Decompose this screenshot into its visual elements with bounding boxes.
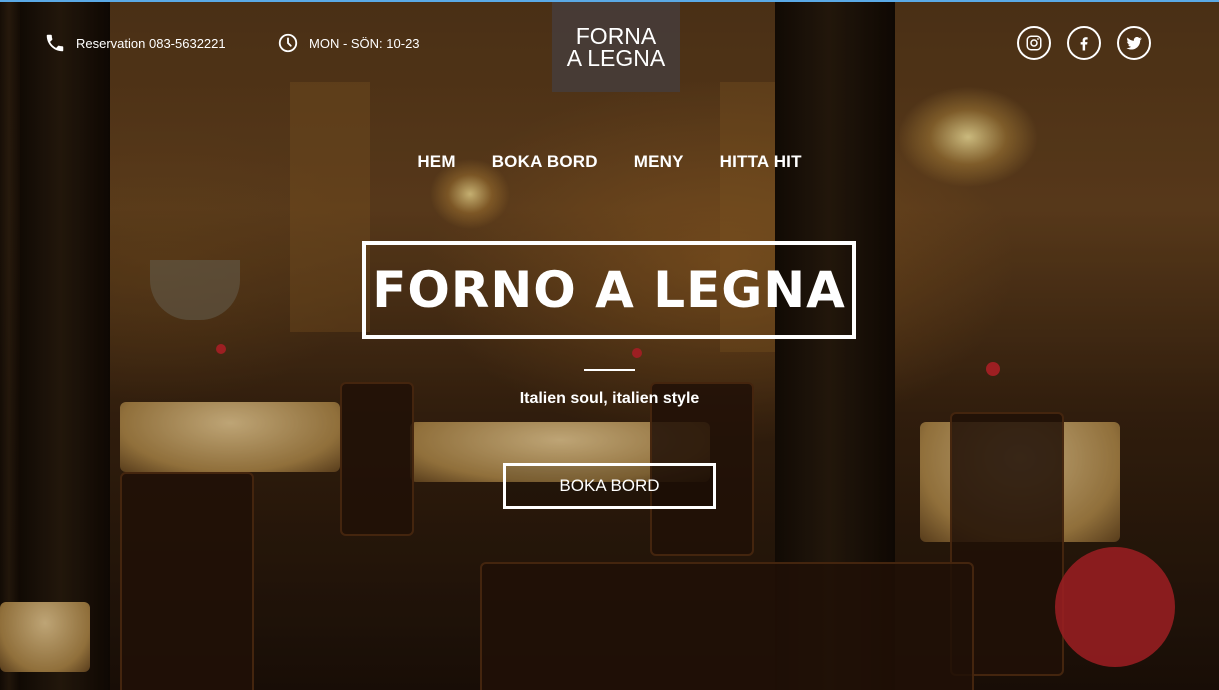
hero-title: FORNO A LEGNA [372,261,846,319]
instagram-icon[interactable] [1017,26,1051,60]
opening-hours: MON - SÖN: 10-23 [277,32,420,54]
phone-contact[interactable]: Reservation 083-5632221 [44,32,226,54]
nav-item-boka-bord[interactable]: BOKA BORD [492,152,598,172]
nav-item-hem[interactable]: HEM [417,152,455,172]
nav-item-meny[interactable]: MENY [634,152,684,172]
social-links [1017,26,1151,60]
logo-line-1: FORNA [575,23,657,49]
facebook-icon[interactable] [1067,26,1101,60]
hero-section: Reservation 083-5632221 MON - SÖN: 10-23… [0,0,1219,690]
boka-bord-button[interactable]: BOKA BORD [503,463,716,509]
logo-line-2: A LEGNA [566,45,666,71]
clock-icon [278,33,298,53]
phone-icon [46,34,64,52]
hero-tagline: Italien soul, italien style [519,390,700,407]
site-logo[interactable]: FORNA A LEGNA [552,2,680,92]
nav-item-hitta-hit[interactable]: HITTA HIT [720,152,802,172]
hero-divider [584,369,635,371]
phone-text: Reservation 083-5632221 [76,35,226,51]
dark-overlay [0,2,1219,690]
twitter-icon[interactable] [1117,26,1151,60]
main-navigation: HEM BOKA BORD MENY HITTA HIT [0,152,1219,172]
hero-title-box: FORNO A LEGNA [362,241,856,339]
hours-text: MON - SÖN: 10-23 [309,35,420,51]
